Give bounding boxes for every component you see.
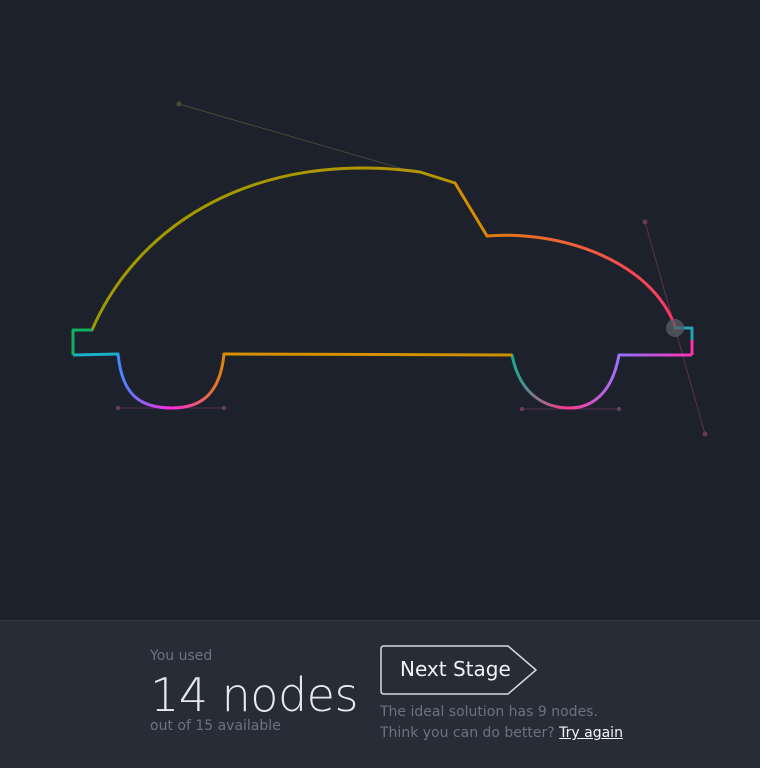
ideal-solution-hint: The ideal solution has 9 nodes. Think yo…	[380, 702, 640, 744]
handle-point-rear-bottom[interactable]	[702, 431, 708, 437]
segment-bottom	[223, 352, 513, 357]
segment-hood	[485, 233, 677, 328]
handle-point-wheel-right-a[interactable]	[519, 406, 525, 412]
car-path-drawing[interactable]	[0, 0, 760, 620]
handle-point-roof[interactable]	[176, 101, 182, 107]
handle-point-rear-top[interactable]	[642, 219, 648, 225]
handle-line-roof	[178, 103, 411, 172]
segment-roof	[90, 166, 457, 332]
nodes-used-count: 14 nodes	[150, 668, 358, 722]
segment-wheel-left	[116, 352, 226, 410]
handle-point-wheel-right-b[interactable]	[616, 406, 622, 412]
results-footer: You used 14 nodes out of 15 available Ne…	[0, 620, 760, 768]
handle-point-wheel-left-a[interactable]	[115, 405, 121, 411]
node-rear-bumper[interactable]	[666, 319, 684, 337]
segment-front-bottom	[72, 352, 119, 357]
segment-wheel-right	[510, 353, 621, 410]
next-stage-button[interactable]: Next Stage	[380, 645, 540, 697]
used-label: You used	[150, 648, 213, 664]
try-again-link[interactable]: Try again	[559, 725, 623, 741]
next-stage-label: Next Stage	[400, 657, 511, 681]
handle-point-wheel-left-b[interactable]	[221, 405, 227, 411]
available-label: out of 15 available	[150, 718, 281, 734]
segment-windshield	[453, 181, 489, 238]
drawing-canvas[interactable]	[0, 0, 760, 620]
segment-front-bumper	[71, 328, 92, 355]
